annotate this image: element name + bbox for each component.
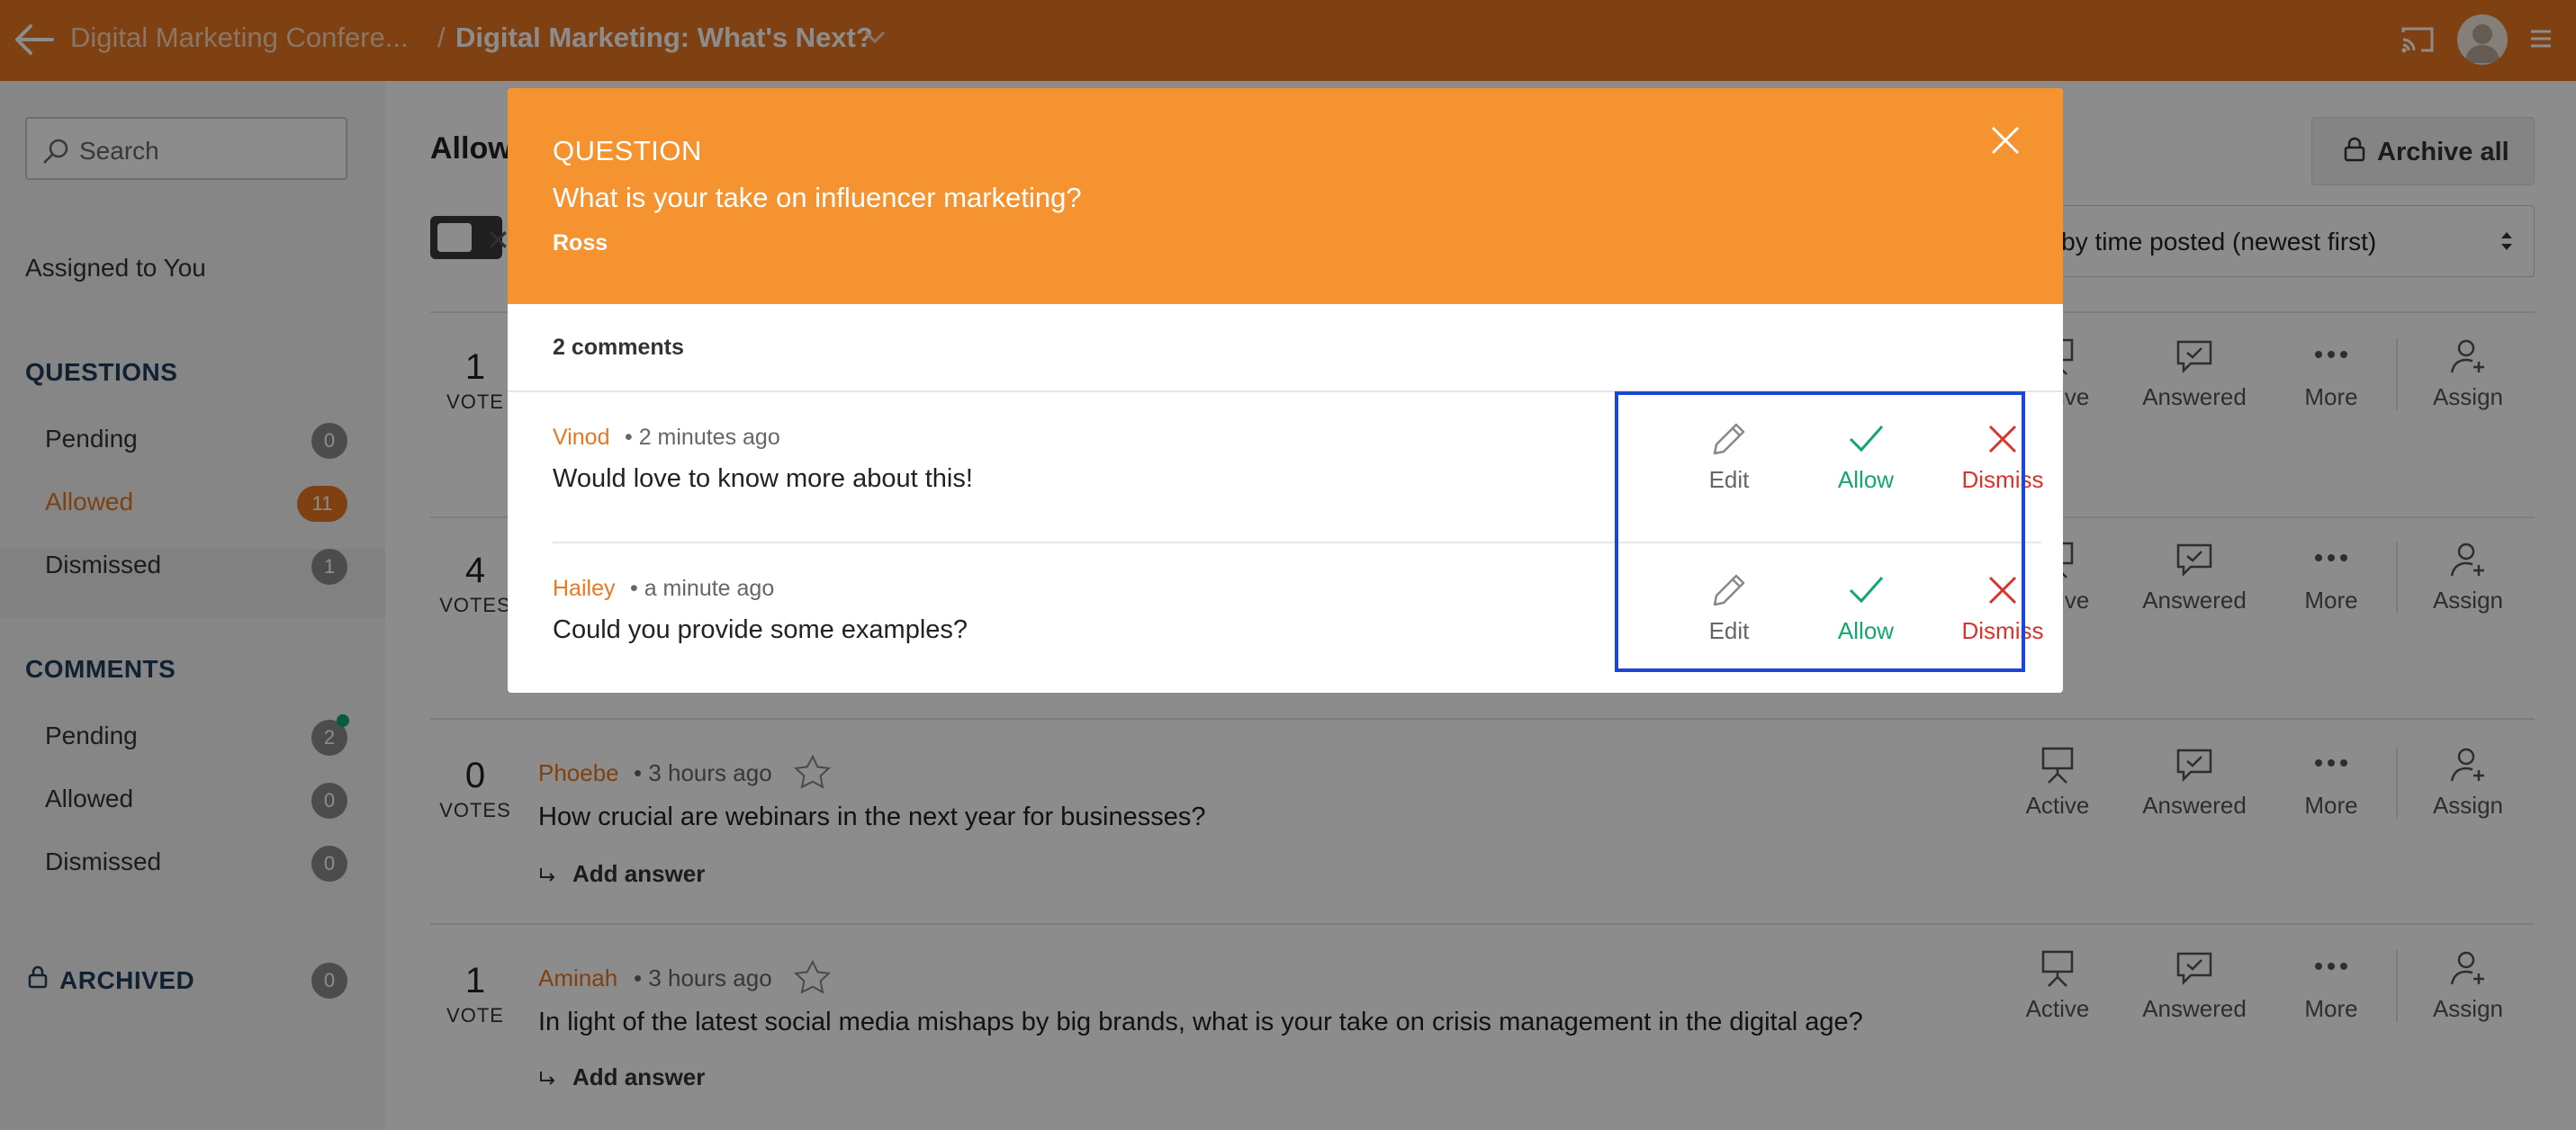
highlight-box <box>1615 391 2025 672</box>
comment-time: • 2 minutes ago <box>625 425 780 450</box>
comment-time: • a minute ago <box>630 576 775 601</box>
comment-author[interactable]: Vinod <box>553 425 610 451</box>
comment-count: 2 comments <box>553 335 684 360</box>
comment-text: Would love to know more about this! <box>553 464 973 493</box>
comment-author[interactable]: Hailey <box>553 576 615 602</box>
modal-author: Ross <box>553 230 608 256</box>
question-comments-modal: QUESTION What is your take on influencer… <box>508 88 2063 693</box>
close-icon[interactable] <box>1987 122 2023 158</box>
comment-text: Could you provide some examples? <box>553 615 968 644</box>
modal-question: What is your take on influencer marketin… <box>553 182 1082 213</box>
modal-label: QUESTION <box>553 135 702 166</box>
modal-header: QUESTION What is your take on influencer… <box>508 88 2063 304</box>
